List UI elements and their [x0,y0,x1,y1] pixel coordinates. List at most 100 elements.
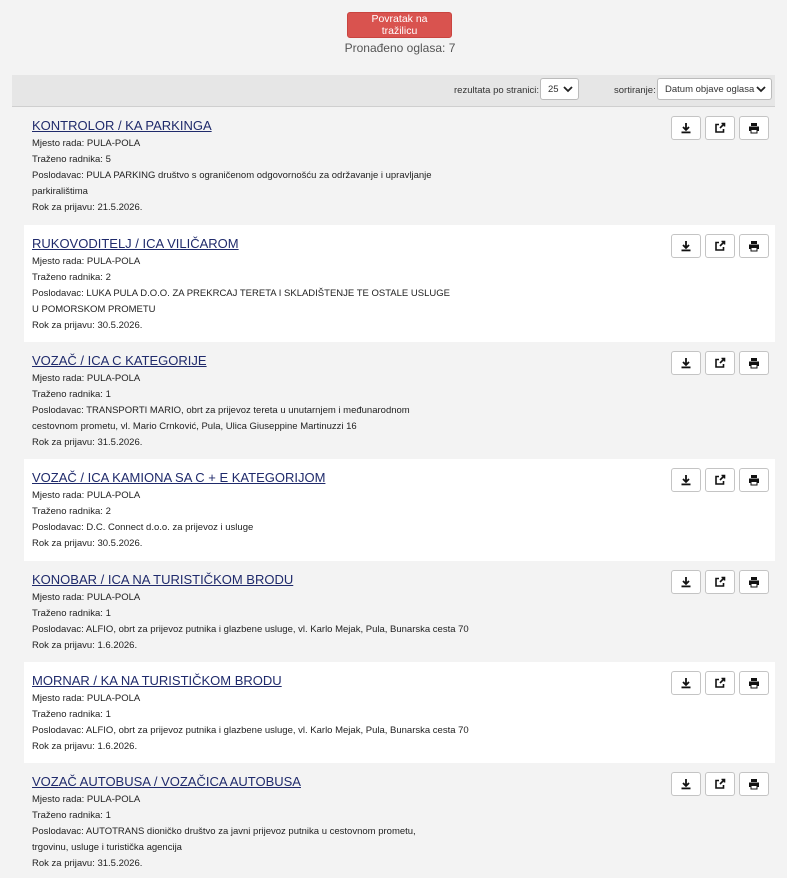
print-button[interactable] [739,772,769,796]
job-workers: Traženo radnika: 1 [32,389,111,400]
job-location: Mjesto rada: PULA-POLA [32,373,141,384]
download-button[interactable] [671,234,701,258]
print-button[interactable] [739,570,769,594]
header: Povratak na tražilicu Pronađeno oglasa: … [0,0,787,75]
download-button[interactable] [671,671,701,695]
download-button[interactable] [671,570,701,594]
job-list: KONTROLOR / KA PARKINGA Mjesto rada: PUL… [24,107,775,878]
job-employer: Poslodavac: ALFIO, obrt za prijevoz putn… [32,624,469,635]
job-location: Mjesto rada: PULA-POLA [32,693,141,704]
print-icon [749,577,759,588]
job-location: Mjesto rada: PULA-POLA [32,592,141,603]
print-button[interactable] [739,468,769,492]
job-item: VOZAČ AUTOBUSA / VOZAČICA AUTOBUSA Mjest… [24,763,775,878]
job-title-link[interactable]: KONTROLOR / KA PARKINGA [32,118,212,133]
download-icon [681,123,691,134]
print-icon [749,475,759,486]
job-deadline: Rok za prijavu: 31.5.2026. [32,858,143,869]
print-button[interactable] [739,351,769,375]
job-location: Mjesto rada: PULA-POLA [32,794,141,805]
download-icon [681,241,691,252]
print-button[interactable] [739,671,769,695]
per-page-label: rezultata po stranici: [454,85,540,96]
external-link-icon [715,576,726,587]
external-link-icon [715,778,726,789]
job-workers: Traženo radnika: 1 [32,608,111,619]
external-link-icon [715,122,726,133]
job-workers: Traženo radnika: 5 [32,154,111,165]
job-actions [671,116,769,140]
download-icon [681,358,691,369]
job-actions [671,671,769,695]
job-employer: Poslodavac: ALFIO, obrt za prijevoz putn… [32,725,469,736]
job-title-link[interactable]: VOZAČ AUTOBUSA / VOZAČICA AUTOBUSA [32,774,301,789]
sort-value: Datum objave oglasa [665,83,755,95]
sort-select[interactable]: Datum objave oglasa [657,78,772,100]
download-icon [681,678,691,689]
print-icon [749,678,759,689]
print-icon [749,779,759,790]
job-employer: Poslodavac: TRANSPORTI MARIO, obrt za pr… [32,405,410,432]
external-link-icon [715,240,726,251]
job-title-link[interactable]: VOZAČ / ICA C KATEGORIJE [32,353,207,368]
share-button[interactable] [705,671,735,695]
external-link-icon [715,474,726,485]
download-button[interactable] [671,116,701,140]
share-button[interactable] [705,468,735,492]
download-button[interactable] [671,351,701,375]
job-deadline: Rok za prijavu: 30.5.2026. [32,538,143,549]
job-deadline: Rok za prijavu: 1.6.2026. [32,640,138,651]
download-button[interactable] [671,772,701,796]
download-button[interactable] [671,468,701,492]
share-button[interactable] [705,116,735,140]
job-title-link[interactable]: RUKOVODITELJ / ICA VILIČAROM [32,236,239,251]
sort-label: sortiranje: [614,85,656,96]
job-workers: Traženo radnika: 1 [32,810,111,821]
share-button[interactable] [705,234,735,258]
job-item: VOZAČ / ICA KAMIONA SA C + E KATEGORIJOM… [24,459,775,561]
print-button[interactable] [739,116,769,140]
print-icon [749,241,759,252]
per-page-select[interactable]: 25 [540,78,579,100]
job-actions [671,468,769,492]
job-workers: Traženo radnika: 1 [32,709,111,720]
print-button[interactable] [739,234,769,258]
job-item: KONTROLOR / KA PARKINGA Mjesto rada: PUL… [24,107,775,225]
share-button[interactable] [705,351,735,375]
external-link-icon [715,357,726,368]
chevron-down-icon [563,86,573,93]
job-workers: Traženo radnika: 2 [32,272,111,283]
job-deadline: Rok za prijavu: 31.5.2026. [32,437,143,448]
job-deadline: Rok za prijavu: 21.5.2026. [32,202,143,213]
results-toolbar: rezultata po stranici: 25 sortiranje: Da… [12,75,775,107]
job-actions [671,772,769,796]
external-link-icon [715,677,726,688]
job-location: Mjesto rada: PULA-POLA [32,256,141,267]
job-actions [671,570,769,594]
job-actions [671,351,769,375]
print-icon [749,123,759,134]
per-page-value: 25 [548,83,559,95]
job-employer: Poslodavac: AUTOTRANS dioničko društvo z… [32,826,416,853]
job-deadline: Rok za prijavu: 1.6.2026. [32,741,138,752]
job-item: VOZAČ / ICA C KATEGORIJE Mjesto rada: PU… [24,342,775,459]
results-count: Pronađeno oglasa: 7 [344,41,456,55]
job-item: MORNAR / KA NA TURISTIČKOM BRODU Mjesto … [24,662,775,763]
share-button[interactable] [705,570,735,594]
job-workers: Traženo radnika: 2 [32,506,111,517]
download-icon [681,577,691,588]
chevron-down-icon [756,86,766,93]
job-employer: Poslodavac: LUKA PULA D.O.O. ZA PREKRCAJ… [32,288,450,315]
job-title-link[interactable]: MORNAR / KA NA TURISTIČKOM BRODU [32,673,282,688]
job-employer: Poslodavac: D.C. Connect d.o.o. za prije… [32,522,254,533]
job-actions [671,234,769,258]
job-title-link[interactable]: VOZAČ / ICA KAMIONA SA C + E KATEGORIJOM [32,470,325,485]
job-location: Mjesto rada: PULA-POLA [32,490,141,501]
job-item: RUKOVODITELJ / ICA VILIČAROM Mjesto rada… [24,225,775,342]
job-title-link[interactable]: KONOBAR / ICA NA TURISTIČKOM BRODU [32,572,293,587]
job-deadline: Rok za prijavu: 30.5.2026. [32,320,143,331]
back-to-search-button[interactable]: Povratak na tražilicu [347,12,452,38]
print-icon [749,358,759,369]
job-location: Mjesto rada: PULA-POLA [32,138,141,149]
share-button[interactable] [705,772,735,796]
